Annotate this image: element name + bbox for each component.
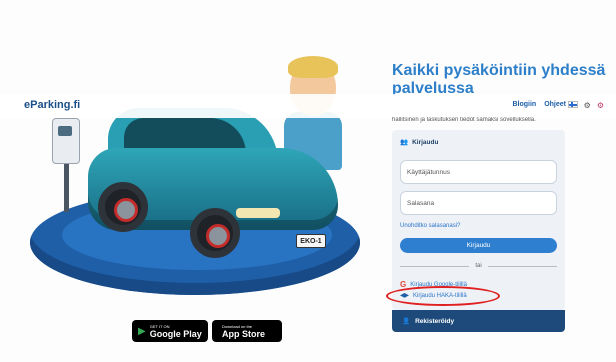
charger-screen (58, 126, 72, 136)
nav-link-blog[interactable]: Blogiin (512, 101, 536, 108)
charger-pole (64, 164, 69, 212)
nav-link-help[interactable]: Ohjeet (544, 101, 566, 108)
google-play-big: Google Play (149, 328, 202, 339)
charging-station-icon (52, 118, 80, 164)
or-divider: tai (400, 262, 557, 270)
person-hair (288, 56, 338, 78)
password-input[interactable]: Salasana (400, 191, 557, 215)
hero-subtitle: hallitsinen ja laskutuksen tiedot samaks… (392, 117, 536, 123)
hero-title: Kaikki pysäköintiin yhdessä palvelussa (392, 62, 606, 97)
divider-line-right (487, 265, 557, 267)
car-wheel-back (98, 182, 148, 232)
app-store-big: App Store (222, 328, 266, 339)
user-menu-icon[interactable]: ⚙ (597, 101, 604, 110)
license-plate: EKO-1 (296, 234, 326, 248)
car-headlight (236, 208, 280, 218)
page: EKO-1 Kaikki pysäköintiin yhdessä palvel… (0, 0, 616, 362)
username-input[interactable]: Käyttäjätunnus (400, 160, 557, 184)
header-icons: ⚙ ⚙ (567, 101, 604, 110)
add-user-icon: 👤 (402, 318, 411, 325)
register-button[interactable]: 👤 Rekisteröidy (392, 310, 565, 332)
divider-label: tai (475, 263, 482, 269)
main-nav: Blogiin Ohjeet (512, 101, 566, 108)
hero-illustration: EKO-1 (0, 0, 380, 362)
forgot-password-link[interactable]: Unohditko salasanasi? (400, 223, 460, 229)
register-label: Rekisteröidy (415, 317, 455, 325)
google-play-icon: ▶ (138, 325, 146, 337)
car-wheel-front (190, 208, 240, 258)
login-heading: 👥 Kirjaudu (400, 138, 439, 147)
site-logo[interactable]: eParking.fi (24, 99, 80, 111)
settings-icon[interactable]: ⚙ (584, 101, 591, 110)
login-heading-label: Kirjaudu (412, 138, 439, 146)
google-play-badge[interactable]: ▶ GET IT ON Google Play (132, 320, 208, 342)
users-icon: 👥 (400, 139, 409, 146)
divider-line-left (400, 265, 470, 267)
language-flag-icon[interactable] (567, 101, 578, 108)
highlight-ellipse (386, 286, 500, 306)
login-button[interactable]: Kirjaudu (400, 238, 557, 253)
app-store-badge[interactable]: Download on the App Store (212, 320, 282, 342)
